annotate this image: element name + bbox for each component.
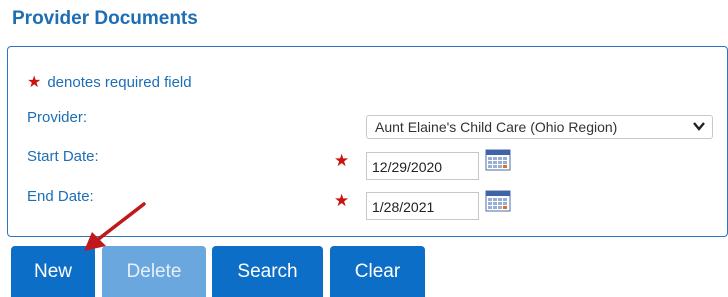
calendar-icon[interactable] (485, 149, 511, 171)
start-date-required-icon: ★ (334, 151, 350, 170)
required-star-icon: ★ (27, 74, 42, 91)
annotation-arrow-icon (84, 202, 146, 251)
required-note: ★ denotes required field (27, 72, 192, 92)
provider-select-value: Aunt Elaine's Child Care (Ohio Region) (375, 119, 618, 135)
end-date-input[interactable]: 1/28/2021 (366, 192, 479, 220)
calendar-icon[interactable] (485, 190, 511, 212)
search-button[interactable]: Search (212, 246, 323, 297)
provider-label: Provider: (27, 109, 88, 126)
start-date-input[interactable]: 12/29/2020 (366, 152, 479, 180)
page-title: Provider Documents (12, 8, 198, 29)
provider-select[interactable]: Aunt Elaine's Child Care (Ohio Region) (366, 115, 713, 139)
end-date-required-icon: ★ (334, 191, 350, 210)
clear-button[interactable]: Clear (330, 246, 425, 297)
start-date-label: Start Date: (27, 148, 99, 165)
required-note-text: denotes required field (47, 74, 192, 91)
chevron-down-icon (692, 118, 706, 137)
